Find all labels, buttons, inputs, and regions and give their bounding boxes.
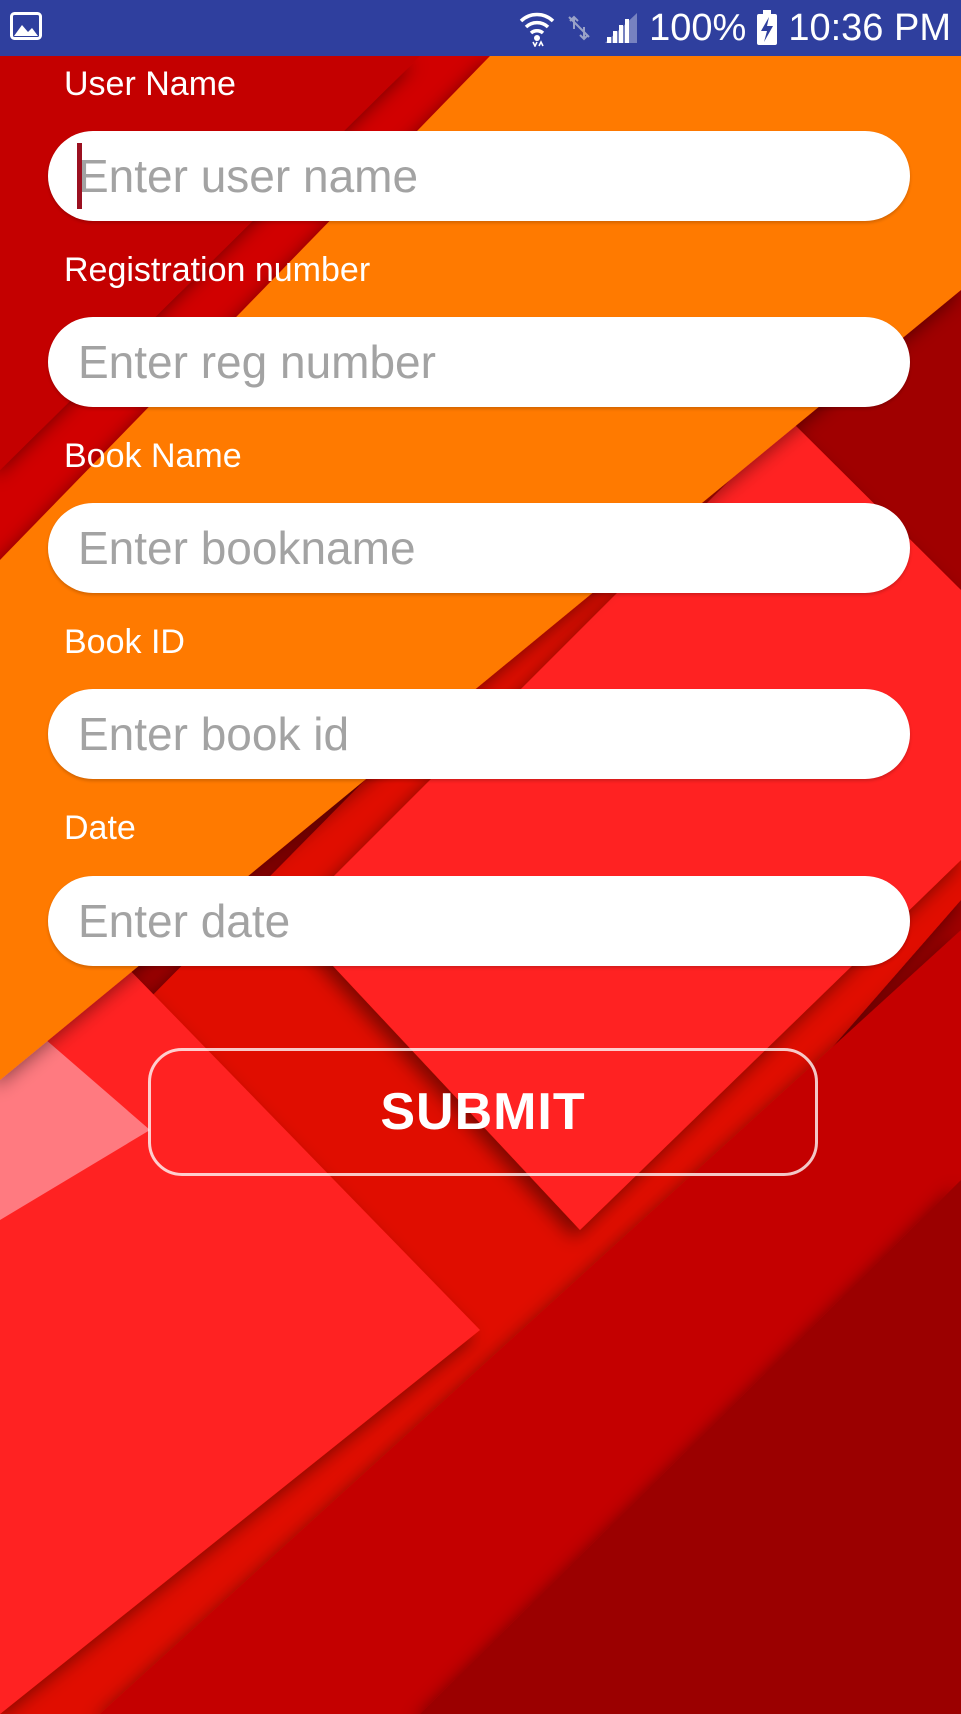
- user-name-label: User Name: [64, 65, 236, 103]
- book-name-label: Book Name: [64, 437, 242, 475]
- user-name-input[interactable]: [48, 131, 910, 221]
- signal-icon: [603, 11, 639, 45]
- book-id-label: Book ID: [64, 623, 185, 661]
- gallery-icon: [10, 12, 42, 40]
- submit-button[interactable]: SUBMIT: [148, 1048, 818, 1176]
- data-off-icon: [565, 13, 593, 43]
- wifi-icon: [519, 9, 555, 47]
- battery-percent: 100%: [649, 7, 747, 49]
- status-bar: 100% 10:36 PM: [0, 0, 961, 56]
- registration-number-label: Registration number: [64, 251, 371, 289]
- status-icons: 100% 10:36 PM: [519, 0, 951, 56]
- registration-number-input[interactable]: [48, 317, 910, 407]
- book-name-input[interactable]: [48, 503, 910, 593]
- clock: 10:36 PM: [788, 7, 951, 49]
- book-id-input[interactable]: [48, 689, 910, 779]
- battery-charging-icon: [756, 10, 778, 46]
- date-input[interactable]: [48, 876, 910, 966]
- text-cursor: [77, 143, 82, 209]
- date-label: Date: [64, 809, 136, 847]
